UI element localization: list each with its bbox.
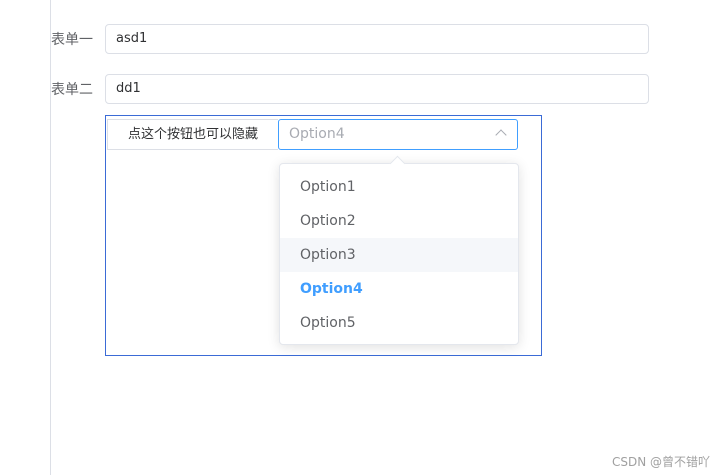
option-item-4[interactable]: Option4: [280, 272, 518, 306]
option-item-5[interactable]: Option5: [280, 306, 518, 340]
left-divider: [50, 0, 51, 475]
watermark: CSDN @曾不错吖: [612, 455, 711, 469]
select-dropdown: Option1 Option2 Option3 Option4 Option5: [279, 155, 519, 345]
hide-button[interactable]: 点这个按钮也可以隐藏: [107, 119, 278, 150]
form-label-2: 表单二: [51, 82, 93, 98]
form-input-1[interactable]: asd1: [105, 24, 649, 54]
option-item-3[interactable]: Option3: [280, 238, 518, 272]
chevron-up-icon[interactable]: [495, 129, 507, 141]
option-select[interactable]: Option4: [278, 119, 518, 150]
form-input-2[interactable]: dd1: [105, 74, 649, 104]
option-item-1[interactable]: Option1: [280, 170, 518, 204]
option-item-2[interactable]: Option2: [280, 204, 518, 238]
form-label-1: 表单一: [51, 32, 93, 48]
select-value: Option4: [289, 126, 345, 142]
